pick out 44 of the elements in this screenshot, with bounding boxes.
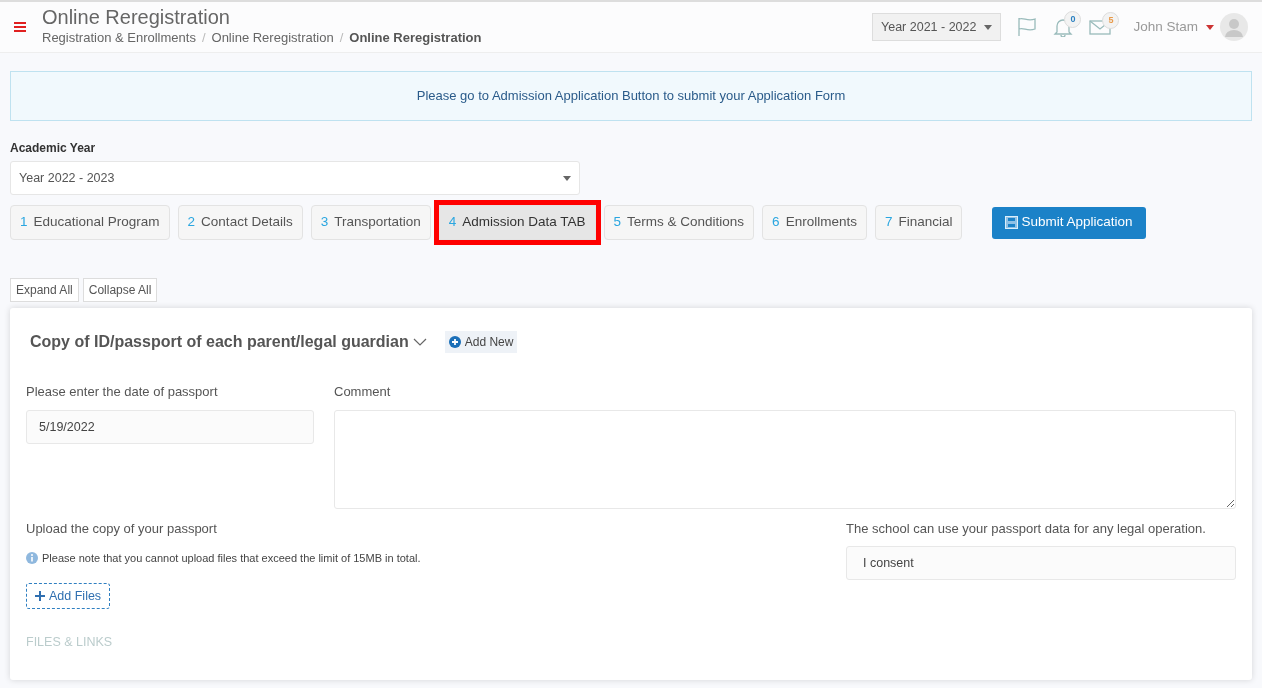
- notification-badge: 5: [1102, 12, 1120, 29]
- chevron-down-icon[interactable]: [412, 338, 427, 346]
- step-tab[interactable]: 1 Educational Program: [10, 205, 170, 240]
- info-icon: [26, 552, 38, 565]
- field-label: Comment: [334, 383, 392, 401]
- info-alert: Please go to Admission Application Button to submit your Application Form: [10, 71, 1252, 121]
- caret-icon: [563, 175, 571, 181]
- field-label: Academic Year: [10, 140, 97, 157]
- plus-icon: [35, 590, 45, 601]
- academic-year-select[interactable]: Year 2022 - 2023: [10, 161, 580, 195]
- flag-icon[interactable]: [1017, 17, 1038, 37]
- breadcrumb-separator: /: [339, 29, 344, 48]
- caret-icon: [984, 24, 993, 30]
- consent-field[interactable]: I consent: [846, 546, 1236, 580]
- menu-icon[interactable]: [14, 22, 26, 32]
- comment-field[interactable]: [334, 409, 1236, 509]
- notification-badge: 0: [1064, 11, 1082, 28]
- caret-icon: [1206, 24, 1214, 30]
- page-title: Online Reregistration: [42, 6, 231, 29]
- section-heading: FILES & LINKS: [26, 634, 114, 652]
- bell-icon[interactable]: [1053, 17, 1074, 37]
- step-tab[interactable]: 3 Transportation: [310, 205, 431, 240]
- submit-application-button[interactable]: Submit Application: [992, 206, 1146, 239]
- avatar-icon[interactable]: [1220, 13, 1248, 41]
- field-label: Upload the copy of your passport: [26, 519, 218, 538]
- step-tab[interactable]: 5 Terms & Conditions: [603, 205, 755, 240]
- collapse-all-button[interactable]: Collapse All: [82, 278, 158, 302]
- step-tab[interactable]: 7 Financial: [874, 205, 963, 240]
- expand-all-button[interactable]: Expand All: [10, 278, 79, 302]
- step-tab[interactable]: 2 Contact Details: [177, 205, 303, 240]
- add-files-button[interactable]: Add Files: [26, 582, 111, 610]
- section-title: Copy of ID/passport of each parent/legal guardian: [30, 332, 409, 352]
- year-dropdown[interactable]: Year 2021 - 2022: [872, 12, 1002, 42]
- step-tab[interactable]: 6 Enrollments: [762, 205, 867, 240]
- breadcrumb-link[interactable]: Registration & Enrollments: [42, 28, 196, 48]
- plus-circle-icon: [448, 336, 461, 348]
- upload-limit-note: Please note that you cannot upload files that exceed the limit of 15MB in total.: [42, 551, 421, 566]
- add-new-button[interactable]: Add New: [444, 331, 518, 353]
- date-input-field[interactable]: 5/19/2022: [26, 409, 314, 444]
- save-icon: [1005, 216, 1019, 229]
- breadcrumb-separator: /: [201, 29, 206, 48]
- field-label: Please enter the date of passport: [26, 383, 219, 401]
- field-label: The school can use your passport data for any legal operation.: [846, 519, 1207, 538]
- breadcrumb-link[interactable]: Online Reregistration: [211, 28, 334, 48]
